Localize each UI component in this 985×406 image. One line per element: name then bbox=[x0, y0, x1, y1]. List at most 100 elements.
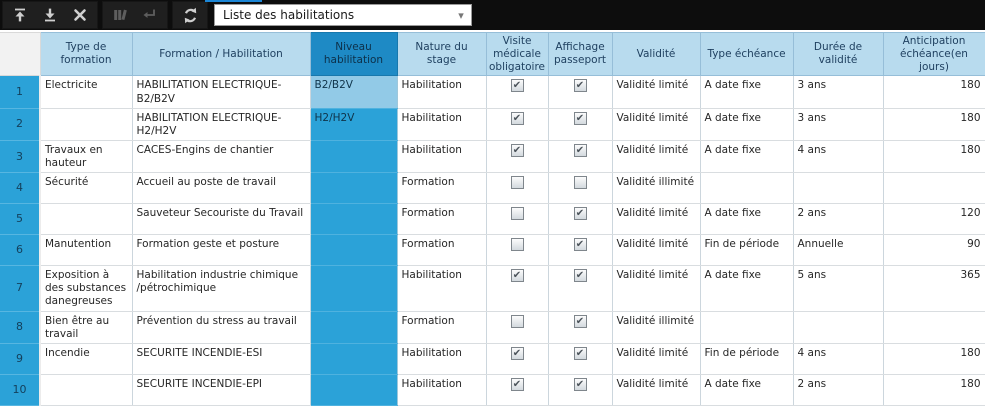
row-number[interactable]: 6 bbox=[0, 234, 41, 267]
visite-medicale-checkbox[interactable] bbox=[510, 176, 524, 190]
refresh-button[interactable] bbox=[175, 3, 205, 27]
cell-nature-stage[interactable]: Habilitation bbox=[397, 108, 487, 141]
row-number[interactable]: 8 bbox=[0, 311, 41, 344]
visite-medicale-checkbox[interactable] bbox=[510, 143, 524, 157]
affichage-passeport-checkbox[interactable] bbox=[573, 176, 587, 190]
visite-medicale-checkbox[interactable] bbox=[510, 238, 524, 252]
cell-nature-stage[interactable]: Habilitation bbox=[397, 343, 487, 375]
close-button[interactable] bbox=[65, 3, 95, 27]
row-number[interactable]: 5 bbox=[0, 203, 41, 236]
col-header-affichage-passeport[interactable]: Affichage passeport bbox=[547, 31, 613, 77]
cell-niveau-habilitation[interactable] bbox=[310, 203, 398, 236]
cell-duree-validite[interactable] bbox=[793, 172, 884, 205]
cell-nature-stage[interactable]: Formation bbox=[397, 172, 487, 205]
cell-duree-validite[interactable]: 3 ans bbox=[793, 108, 884, 141]
cell-type-echeance[interactable]: A date fixe bbox=[700, 108, 794, 141]
cell-type-formation[interactable]: Electricite bbox=[40, 75, 133, 109]
cell-anticipation-echeance[interactable]: 180 bbox=[883, 343, 985, 375]
cell-type-formation[interactable]: Travaux en hauteur bbox=[40, 140, 133, 174]
col-header-nature-du-stage[interactable]: Nature du stage bbox=[396, 31, 487, 77]
view-select[interactable]: Liste des habilitations ▾ bbox=[214, 4, 472, 26]
cell-type-formation[interactable]: Bien être au travail bbox=[40, 311, 133, 344]
cell-type-echeance[interactable] bbox=[700, 311, 794, 344]
cell-formation-habilitation[interactable]: CACES-Engins de chantier bbox=[132, 140, 311, 174]
cell-duree-validite[interactable]: 5 ans bbox=[793, 265, 884, 312]
cell-type-formation[interactable]: Manutention bbox=[40, 234, 133, 267]
cell-validite[interactable]: Validité limité bbox=[612, 203, 701, 236]
cell-validite[interactable]: Validité limité bbox=[612, 140, 701, 174]
visite-medicale-checkbox[interactable] bbox=[510, 377, 524, 391]
books-button[interactable] bbox=[105, 3, 135, 27]
cell-formation-habilitation[interactable]: HABILITATION ELECTRIQUE-B2/B2V bbox=[132, 75, 311, 109]
col-header-visite-medicale[interactable]: Visite médicale obligatoire bbox=[485, 31, 549, 77]
visite-medicale-checkbox[interactable] bbox=[510, 346, 524, 360]
cell-nature-stage[interactable]: Formation bbox=[397, 234, 487, 267]
cell-niveau-habilitation[interactable] bbox=[310, 374, 398, 406]
row-number[interactable]: 2 bbox=[0, 108, 41, 141]
affichage-passeport-checkbox[interactable] bbox=[573, 346, 587, 360]
cell-type-echeance[interactable]: A date fixe bbox=[700, 75, 794, 109]
row-number[interactable]: 4 bbox=[0, 172, 41, 205]
cell-duree-validite[interactable]: 2 ans bbox=[793, 203, 884, 236]
cell-formation-habilitation[interactable]: Accueil au poste de travail bbox=[132, 172, 311, 205]
cell-nature-stage[interactable]: Habilitation bbox=[397, 374, 487, 406]
cell-niveau-habilitation[interactable] bbox=[310, 343, 398, 375]
cell-anticipation-echeance[interactable] bbox=[883, 311, 985, 344]
cell-type-echeance[interactable]: Fin de période bbox=[700, 234, 794, 267]
cell-validite[interactable]: Validité limité bbox=[612, 75, 701, 109]
cell-niveau-habilitation[interactable] bbox=[310, 234, 398, 267]
cell-niveau-habilitation[interactable]: B2/B2V bbox=[310, 75, 398, 109]
cell-nature-stage[interactable]: Habilitation bbox=[397, 265, 487, 312]
cell-duree-validite[interactable]: 2 ans bbox=[793, 374, 884, 406]
affichage-passeport-checkbox[interactable] bbox=[573, 377, 587, 391]
cell-formation-habilitation[interactable]: SECURITE INCENDIE-ESI bbox=[132, 343, 311, 375]
row-number[interactable]: 10 bbox=[0, 374, 41, 406]
cell-validite[interactable]: Validité illimité bbox=[612, 311, 701, 344]
cell-validite[interactable]: Validité illimité bbox=[612, 172, 701, 205]
cell-type-echeance[interactable]: Fin de période bbox=[700, 343, 794, 375]
cell-type-formation[interactable] bbox=[40, 374, 133, 406]
cell-formation-habilitation[interactable]: Prévention du stress au travail bbox=[132, 311, 311, 344]
visite-medicale-checkbox[interactable] bbox=[510, 111, 524, 125]
cell-duree-validite[interactable] bbox=[793, 311, 884, 344]
cell-anticipation-echeance[interactable] bbox=[883, 172, 985, 205]
cell-type-echeance[interactable] bbox=[700, 172, 794, 205]
cell-anticipation-echeance[interactable]: 365 bbox=[883, 265, 985, 312]
cell-niveau-habilitation[interactable] bbox=[310, 311, 398, 344]
cell-anticipation-echeance[interactable]: 180 bbox=[883, 75, 985, 109]
cell-type-echeance[interactable]: A date fixe bbox=[700, 265, 794, 312]
col-header-type-echeance[interactable]: Type échéance bbox=[699, 31, 794, 77]
cell-validite[interactable]: Validité limité bbox=[612, 265, 701, 312]
col-header-validite[interactable]: Validité bbox=[611, 31, 701, 77]
cell-type-echeance[interactable]: A date fixe bbox=[700, 140, 794, 174]
cell-type-formation[interactable]: Incendie bbox=[40, 343, 133, 375]
cell-formation-habilitation[interactable]: SECURITE INCENDIE-EPI bbox=[132, 374, 311, 406]
arrow-up-to-line-button[interactable] bbox=[5, 3, 35, 27]
row-number[interactable]: 3 bbox=[0, 140, 41, 174]
row-number[interactable]: 1 bbox=[0, 75, 41, 109]
affichage-passeport-checkbox[interactable] bbox=[573, 269, 587, 283]
cell-niveau-habilitation[interactable] bbox=[310, 172, 398, 205]
cell-formation-habilitation[interactable]: Formation geste et posture bbox=[132, 234, 311, 267]
cell-niveau-habilitation[interactable] bbox=[310, 265, 398, 312]
cell-type-formation[interactable]: Exposition à des substances danegreuses bbox=[40, 265, 133, 312]
col-header-anticipation-echeance[interactable]: Anticipation échéance(en jours) bbox=[882, 31, 985, 77]
cell-anticipation-echeance[interactable]: 180 bbox=[883, 140, 985, 174]
cell-validite[interactable]: Validité limité bbox=[612, 108, 701, 141]
cell-anticipation-echeance[interactable]: 120 bbox=[883, 203, 985, 236]
visite-medicale-checkbox[interactable] bbox=[510, 314, 524, 328]
col-header-formation-habilitation[interactable]: Formation / Habilitation bbox=[131, 31, 311, 77]
affichage-passeport-checkbox[interactable] bbox=[573, 207, 587, 221]
col-header-duree-validite[interactable]: Durée de validité bbox=[792, 31, 884, 77]
cell-formation-habilitation[interactable]: Sauveteur Secouriste du Travail bbox=[132, 203, 311, 236]
step-arrow-button[interactable] bbox=[135, 3, 165, 27]
cell-niveau-habilitation[interactable] bbox=[310, 140, 398, 174]
cell-nature-stage[interactable]: Formation bbox=[397, 311, 487, 344]
cell-validite[interactable]: Validité limité bbox=[612, 234, 701, 267]
cell-formation-habilitation[interactable]: HABILITATION ELECTRIQUE-H2/H2V bbox=[132, 108, 311, 141]
cell-nature-stage[interactable]: Habilitation bbox=[397, 75, 487, 109]
cell-anticipation-echeance[interactable]: 180 bbox=[883, 108, 985, 141]
visite-medicale-checkbox[interactable] bbox=[510, 269, 524, 283]
affichage-passeport-checkbox[interactable] bbox=[573, 314, 587, 328]
arrow-down-to-line-button[interactable] bbox=[35, 3, 65, 27]
